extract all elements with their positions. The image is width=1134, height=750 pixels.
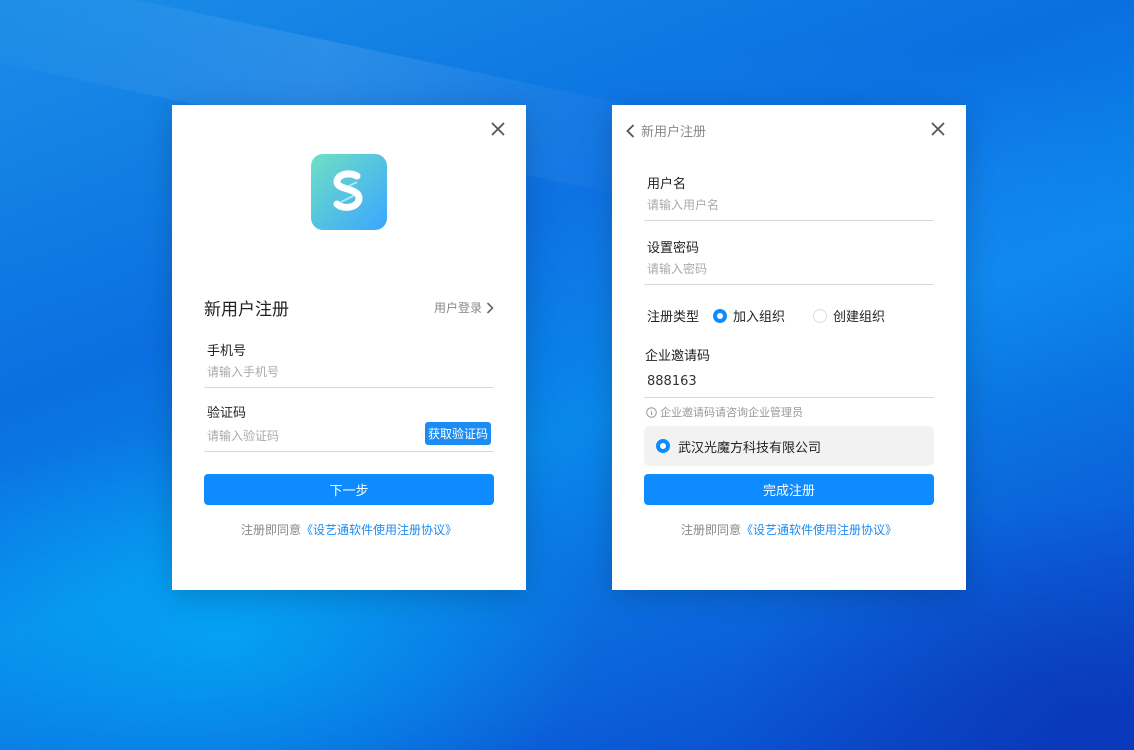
register-step1-card: 新用户注册 用户登录 手机号 验证码 获取验证码 下一步 注册即同意《设艺通软件…: [172, 105, 526, 590]
invite-code-label: 企业邀请码: [645, 349, 711, 364]
close-icon[interactable]: [490, 121, 506, 137]
info-icon: [646, 406, 657, 418]
agreement-text: 注册即同意《设艺通软件使用注册协议》: [612, 521, 966, 538]
invite-code-input[interactable]: [644, 364, 934, 397]
code-label: 验证码: [207, 406, 247, 421]
username-field: 用户名: [644, 173, 934, 221]
chevron-left-icon: [626, 123, 635, 138]
back-button[interactable]: 新用户注册: [626, 121, 706, 140]
back-label: 新用户注册: [641, 125, 707, 140]
phone-label: 手机号: [207, 344, 247, 359]
password-field: 设置密码: [644, 237, 934, 285]
radio-create-label: 创建组织: [833, 310, 886, 325]
password-label: 设置密码: [647, 241, 700, 256]
radio-create-dot: [813, 308, 828, 323]
register-step2-card: 新用户注册 用户名 设置密码 注册类型 加入组织 创建组织 企业邀请码 企业邀请…: [612, 105, 966, 590]
company-radio-dot: [656, 439, 670, 453]
user-login-link[interactable]: 用户登录: [434, 299, 494, 316]
register-type-label: 注册类型: [647, 310, 700, 325]
code-field: 验证码 获取验证码: [204, 402, 494, 452]
close-icon[interactable]: [930, 121, 946, 137]
phone-input[interactable]: [204, 359, 494, 387]
username-label: 用户名: [647, 177, 687, 192]
radio-join-dot: [713, 308, 728, 323]
invite-hint: 企业邀请码请咨询企业管理员: [646, 404, 803, 420]
invite-code-field: 企业邀请码: [644, 345, 934, 398]
app-logo: [311, 154, 387, 230]
user-login-label: 用户登录: [433, 301, 482, 315]
radio-join-label: 加入组织: [733, 310, 786, 325]
s-logo-icon: [333, 170, 363, 211]
finish-register-button[interactable]: 完成注册: [644, 474, 934, 505]
company-option[interactable]: 武汉光魔方科技有限公司: [644, 426, 934, 466]
register-type-row: 注册类型 加入组织 创建组织: [647, 306, 885, 325]
page-title: 新用户注册: [204, 300, 289, 320]
next-step-button[interactable]: 下一步: [204, 474, 494, 505]
username-input[interactable]: [644, 192, 934, 220]
agreement-link[interactable]: 《设艺通软件使用注册协议》: [741, 523, 897, 537]
password-input[interactable]: [644, 256, 934, 284]
phone-field: 手机号: [204, 340, 494, 388]
radio-create-org[interactable]: 创建组织: [813, 306, 885, 325]
radio-join-org[interactable]: 加入组织: [713, 306, 785, 325]
agreement-text: 注册即同意《设艺通软件使用注册协议》: [172, 521, 526, 538]
company-name: 武汉光魔方科技有限公司: [678, 440, 822, 456]
agreement-link[interactable]: 《设艺通软件使用注册协议》: [301, 523, 457, 537]
agreement-prefix: 注册即同意: [680, 523, 741, 537]
chevron-right-icon: [486, 301, 494, 314]
agreement-prefix: 注册即同意: [240, 523, 301, 537]
invite-hint-text: 企业邀请码请咨询企业管理员: [660, 406, 803, 419]
get-code-button[interactable]: 获取验证码: [424, 422, 491, 445]
